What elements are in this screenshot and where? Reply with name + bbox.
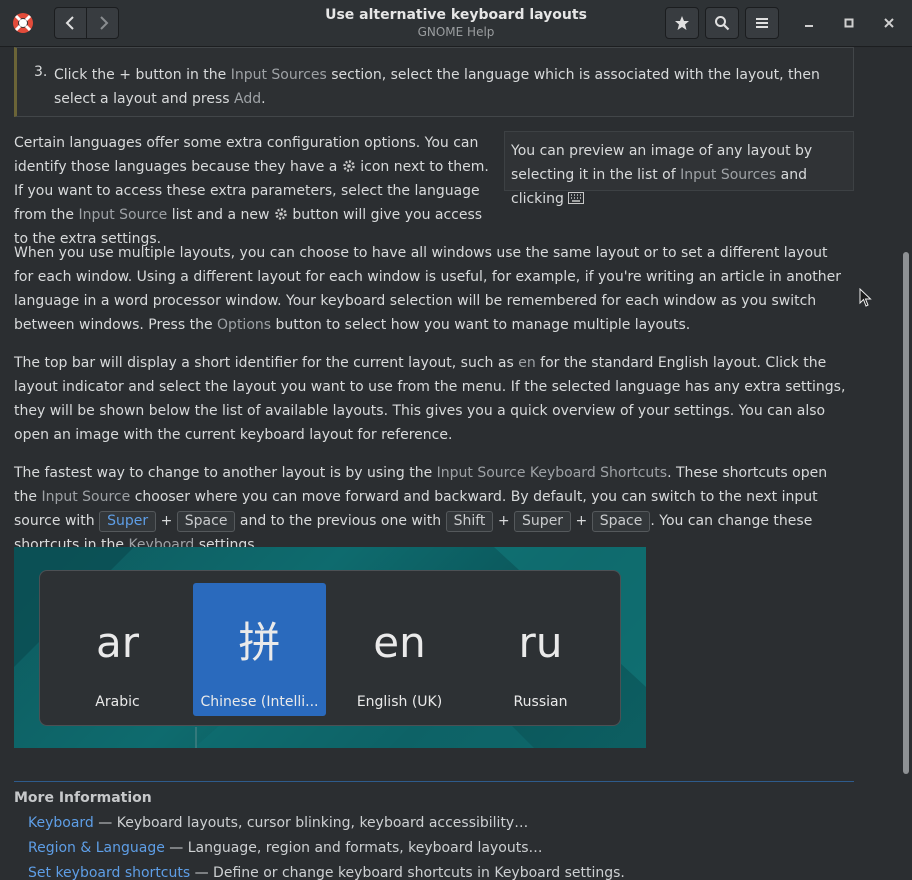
para-text: and to the previous one with <box>239 513 442 529</box>
title-area: Use alternative keyboard layouts GNOME H… <box>300 7 612 39</box>
step-number: 3. <box>34 64 48 80</box>
switcher-item-arabic: ar Arabic <box>51 583 184 716</box>
input-sources-link[interactable]: Input Sources <box>231 67 327 83</box>
minimize-icon <box>805 25 813 27</box>
header-bar: Use alternative keyboard layouts GNOME H… <box>0 0 912 47</box>
input-source-switcher-image: ar Arabic 拼 Chinese (Intelli... en Engli… <box>14 547 646 748</box>
link-description: — Keyboard layouts, cursor blinking, key… <box>98 815 529 831</box>
key-shift: Shift <box>445 511 494 532</box>
step-text: Click the <box>54 67 115 83</box>
para-text: button to select how you want to manage … <box>275 317 691 333</box>
link-description: — Define or change keyboard shortcuts in… <box>194 865 625 880</box>
keyboard-icon <box>568 192 585 204</box>
back-button[interactable] <box>54 7 87 39</box>
layout-label: English (UK) <box>356 694 443 710</box>
more-info-item-shortcuts: Set keyboard shortcuts — Define or chang… <box>28 865 625 880</box>
step-text: button in the <box>135 67 227 83</box>
para-text: The top bar will display a short identif… <box>14 355 514 371</box>
chevron-left-icon <box>65 16 74 30</box>
scrollbar[interactable] <box>902 47 910 880</box>
options-link[interactable]: Options <box>217 317 271 333</box>
bookmark-button[interactable] <box>665 7 699 39</box>
switcher-item-chinese: 拼 Chinese (Intelli... <box>193 583 326 716</box>
add-link[interactable]: Add <box>234 91 261 107</box>
plus-symbol: + <box>575 513 588 529</box>
layout-glyph: 拼 <box>238 618 281 667</box>
input-source-switcher: ar Arabic 拼 Chinese (Intelli... en Engli… <box>39 570 621 726</box>
menu-button[interactable] <box>745 7 779 39</box>
layout-glyph: ru <box>518 618 563 667</box>
gear-icon <box>275 208 287 220</box>
paragraph-top-bar: The top bar will display a short identif… <box>14 351 854 447</box>
input-source-link[interactable]: Input Source <box>41 489 130 505</box>
paragraph-multiple-layouts: When you use multiple layouts, you can c… <box>14 241 844 337</box>
step-3-text: Click the + button in the Input Sources … <box>54 63 844 111</box>
mouse-cursor-icon <box>859 288 872 307</box>
key-super: Super <box>514 511 572 532</box>
para-text: The fastest way to change to another lay… <box>14 465 433 481</box>
close-icon <box>884 18 894 28</box>
input-source-link[interactable]: Input Source <box>78 207 167 223</box>
input-source-shortcuts-link[interactable]: Input Source Keyboard Shortcuts <box>437 465 667 481</box>
layout-label: Arabic <box>95 694 140 710</box>
plus-symbol: + <box>119 67 131 83</box>
search-button[interactable] <box>705 7 739 39</box>
hamburger-icon <box>756 18 768 28</box>
forward-button[interactable] <box>86 7 119 39</box>
chevron-right-icon <box>99 16 108 30</box>
set-keyboard-shortcuts-link[interactable]: Set keyboard shortcuts <box>28 865 190 880</box>
close-button[interactable] <box>877 12 901 34</box>
key-space: Space <box>591 511 651 532</box>
para-text: list and a new <box>171 207 270 223</box>
plus-symbol: + <box>160 513 173 529</box>
key-space: Space <box>176 511 236 532</box>
plus-symbol: + <box>497 513 510 529</box>
more-information-heading: More Information <box>14 790 152 806</box>
help-lifebuoy-icon[interactable] <box>12 12 34 34</box>
maximize-button[interactable] <box>837 12 861 34</box>
region-language-link[interactable]: Region & Language <box>28 840 165 856</box>
paragraph-extra-options: Certain languages offer some extra confi… <box>14 131 492 251</box>
window-subtitle: GNOME Help <box>417 25 495 39</box>
help-page-content: 3. Click the + button in the Input Sourc… <box>0 47 900 880</box>
layout-label: Chinese (Intelli... <box>200 694 319 710</box>
minimize-button[interactable] <box>797 12 821 34</box>
switcher-item-russian: ru Russian <box>474 583 607 716</box>
paragraph-shortcuts: The fastest way to change to another lay… <box>14 461 854 557</box>
input-sources-link[interactable]: Input Sources <box>680 167 776 183</box>
window-title: Use alternative keyboard layouts <box>325 7 587 23</box>
maximize-icon <box>844 18 854 28</box>
more-info-item-region: Region & Language — Language, region and… <box>28 840 543 856</box>
keyboard-link[interactable]: Keyboard <box>28 815 94 831</box>
layout-glyph: ar <box>95 618 139 667</box>
step-text: . <box>261 91 266 107</box>
more-info-item-keyboard: Keyboard — Keyboard layouts, cursor blin… <box>28 815 528 831</box>
preview-tip-text: You can preview an image of any layout b… <box>511 139 847 211</box>
section-divider <box>14 781 854 782</box>
link-description: — Language, region and formats, keyboard… <box>169 840 543 856</box>
gear-icon <box>343 160 355 172</box>
search-icon <box>715 16 730 31</box>
preview-tip: You can preview an image of any layout b… <box>504 131 854 207</box>
layout-glyph: en <box>373 618 426 667</box>
key-super: Super <box>99 511 157 532</box>
layout-label: Russian <box>513 694 568 710</box>
star-icon <box>675 16 689 30</box>
switcher-item-english: en English (UK) <box>333 583 466 716</box>
en-identifier: en <box>518 355 536 371</box>
step-3-note: 3. Click the + button in the Input Sourc… <box>14 47 854 117</box>
scrollbar-thumb[interactable] <box>903 252 909 774</box>
